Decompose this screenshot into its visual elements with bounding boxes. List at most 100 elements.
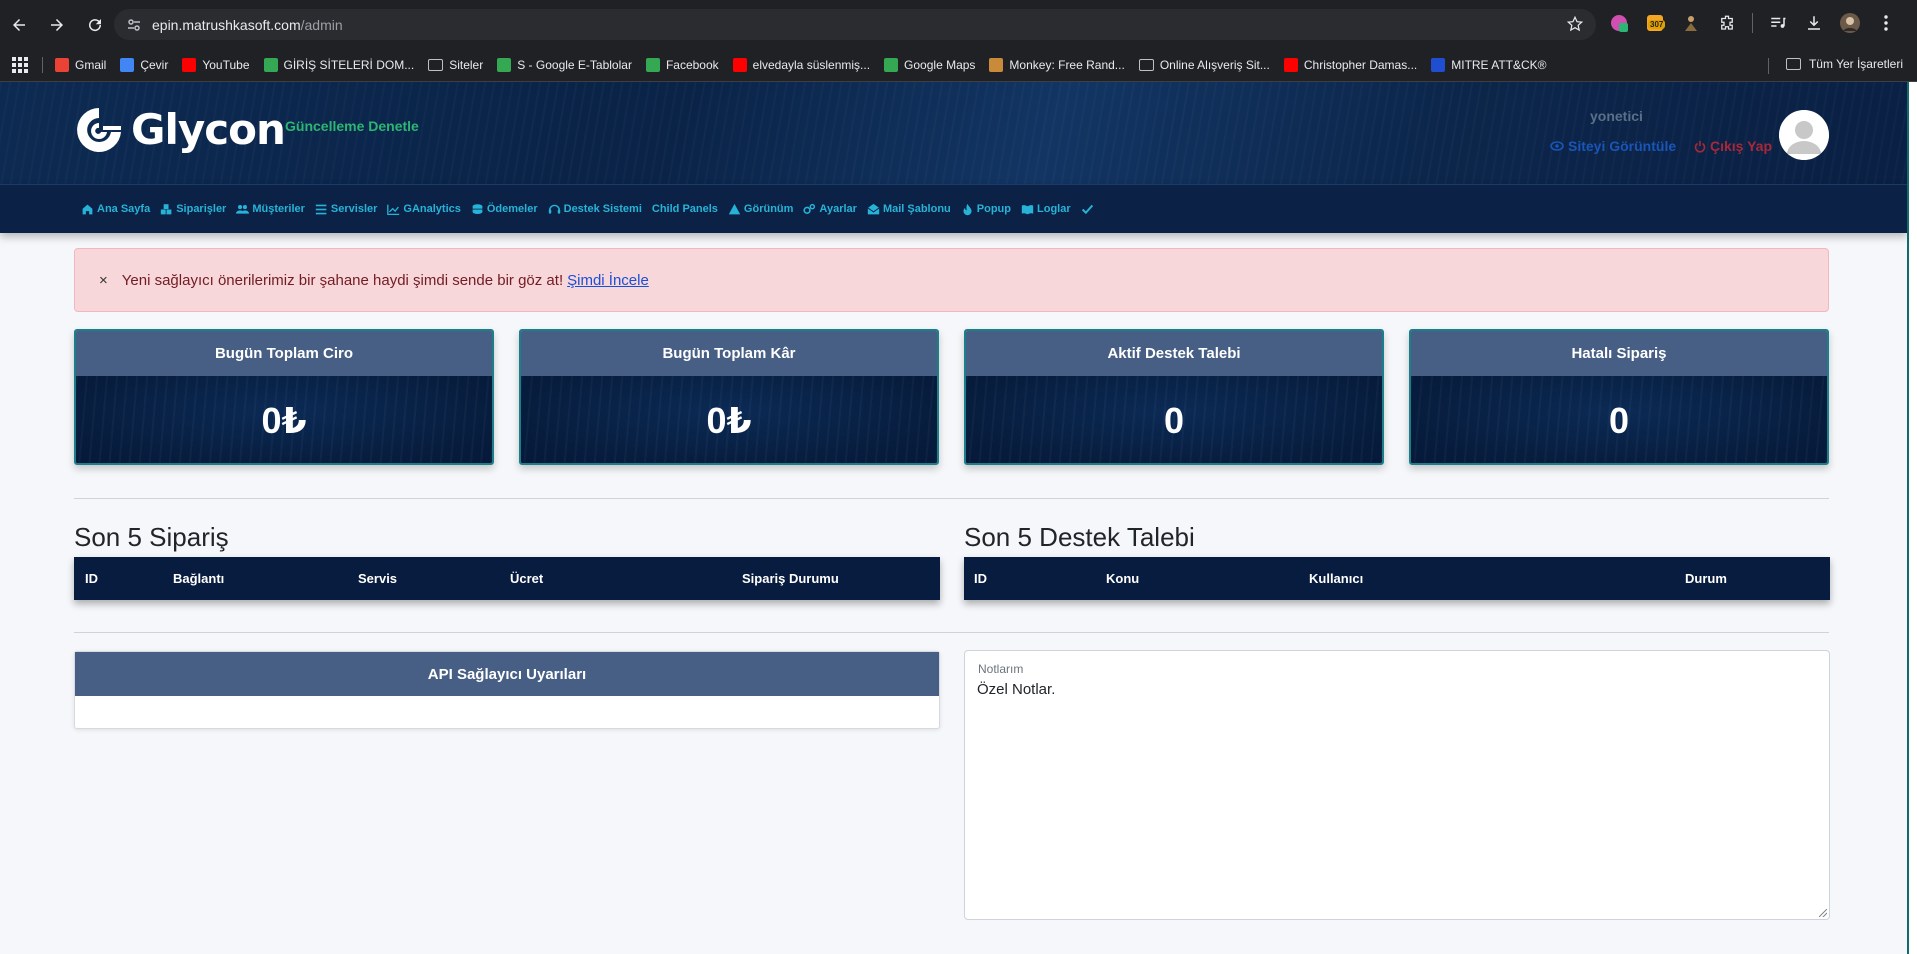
forward-button[interactable] <box>40 8 74 42</box>
bookmark-item[interactable]: Monkey: Free Rand... <box>989 58 1125 72</box>
textarea-resize-handle[interactable] <box>1819 909 1827 917</box>
bookmark-item[interactable]: Online Alışveriş Sit... <box>1138 58 1270 72</box>
menu-item[interactable]: Görünüm <box>728 203 793 216</box>
stat-value: 0₺ <box>521 376 937 463</box>
bookmarks-right-separator <box>1768 58 1769 74</box>
tickets-table-header: ID Konu Kullanıcı Durum <box>964 557 1830 600</box>
bookmark-item[interactable]: MITRE ATT&CK® <box>1431 58 1547 72</box>
back-button[interactable] <box>2 8 36 42</box>
reload-button[interactable] <box>78 8 112 42</box>
bookmark-item[interactable]: Siteler <box>428 58 483 72</box>
figure-extension-icon[interactable] <box>1680 12 1702 34</box>
menu-item[interactable]: Popup <box>961 203 1011 216</box>
glycon-logo-icon <box>77 108 121 152</box>
tickets-col-id[interactable]: ID <box>974 571 987 586</box>
bookmark-star-icon[interactable] <box>1566 15 1584 33</box>
menu-item[interactable]: Mail Şablonu <box>867 203 951 216</box>
bookmark-item[interactable]: Facebook <box>645 58 719 72</box>
stat-title: Bugün Toplam Kâr <box>521 331 937 376</box>
stat-title: Bugün Toplam Ciro <box>76 331 492 376</box>
bookmark-label: GİRİŞ SİTELERİ DOM... <box>283 58 415 72</box>
favicon-icon <box>989 58 1004 72</box>
arrow-left-icon <box>13 18 25 31</box>
menu-item[interactable]: Ana Sayfa <box>81 203 150 216</box>
alert-close-button[interactable]: × <box>99 272 108 289</box>
download-icon[interactable] <box>1803 12 1825 34</box>
bookmark-label: Facebook <box>665 58 719 72</box>
orders-col-service[interactable]: Servis <box>358 571 397 586</box>
gears-icon <box>803 203 816 214</box>
favicon-icon <box>645 58 660 72</box>
bookmark-item[interactable]: Christopher Damas... <box>1283 58 1417 72</box>
menu-item[interactable]: Müşteriler <box>236 203 305 216</box>
tickets-col-status[interactable]: Durum <box>1685 571 1727 586</box>
menu-check-icon[interactable] <box>1081 203 1094 216</box>
stat-card-revenue: Bugün Toplam Ciro 0₺ <box>74 329 494 465</box>
menu-item[interactable]: Servisler <box>315 203 377 216</box>
menu-item-label: Servisler <box>330 203 378 215</box>
menu-item[interactable]: Ayarlar <box>803 203 857 216</box>
menu-item[interactable]: Loglar <box>1021 203 1071 216</box>
bookmark-item[interactable]: S - Google E-Tablolar <box>497 58 632 72</box>
bookmark-label: S - Google E-Tablolar <box>517 58 632 72</box>
glycon-logo[interactable]: Glycon <box>73 104 286 154</box>
apps-grid-icon[interactable] <box>12 57 28 73</box>
menu-item[interactable]: GAnalytics <box>387 203 461 216</box>
toolbar-separator <box>1752 13 1753 33</box>
alert-review-link[interactable]: Şimdi İncele <box>567 272 649 289</box>
all-bookmarks-folder[interactable]: Tüm Yer İşaretleri <box>1785 57 1903 71</box>
menu-item[interactable]: Ödemeler <box>471 203 538 216</box>
menu-item-label: Siparişler <box>176 203 227 215</box>
folder-icon <box>1138 59 1154 71</box>
logout-label: Çıkış Yap <box>1710 138 1773 154</box>
site-settings-icon[interactable] <box>126 17 142 33</box>
user-avatar[interactable] <box>1779 110 1829 160</box>
all-bookmarks-label: Tüm Yer İşaretleri <box>1808 57 1903 71</box>
bookmark-item[interactable]: GİRİŞ SİTELERİ DOM... <box>263 58 415 72</box>
bookmark-item[interactable]: Gmail <box>55 58 106 72</box>
badge-extension-icon[interactable]: 307 <box>1644 12 1666 34</box>
favicon-icon <box>55 58 69 72</box>
profile-avatar-icon[interactable] <box>1839 12 1861 34</box>
menu-dots-icon[interactable] <box>1875 12 1897 34</box>
folder-icon <box>1785 58 1801 70</box>
orders-col-price[interactable]: Ücret <box>510 571 543 586</box>
view-site-link[interactable]: Siteyi Görüntüle <box>1550 138 1676 154</box>
puzzle-extensions-icon[interactable] <box>1716 12 1738 34</box>
bookmark-item[interactable]: Google Maps <box>884 58 975 72</box>
menu-item-label: GAnalytics <box>403 203 461 215</box>
orders-col-status[interactable]: Sipariş Durumu <box>742 571 839 586</box>
check-update-link[interactable]: Güncelleme Denetle <box>285 118 419 134</box>
favicon-icon <box>884 58 899 72</box>
page-right-edge-line <box>1907 82 1909 954</box>
orders-table-header: ID Bağlantı Servis Ücret Sipariş Durumu <box>74 557 940 600</box>
tickets-col-subject[interactable]: Konu <box>1106 571 1139 586</box>
book-icon <box>1021 204 1034 214</box>
logout-link[interactable]: Çıkış Yap <box>1694 138 1772 154</box>
menu-item-label: Child Panels <box>651 203 718 215</box>
section-divider <box>74 632 1829 633</box>
user-name: yonetici <box>1590 108 1643 124</box>
orders-col-link[interactable]: Bağlantı <box>173 571 224 586</box>
orders-col-id[interactable]: ID <box>85 571 98 586</box>
favicon-icon <box>263 58 278 72</box>
notes-content: Özel Notlar. <box>977 681 1056 698</box>
menu-item[interactable]: Child Panels <box>652 203 718 215</box>
bookmark-label: Gmail <box>75 58 107 72</box>
app-header: Glycon Güncelleme Denetle yonetici Sitey… <box>0 82 1907 184</box>
media-queue-icon[interactable] <box>1767 12 1789 34</box>
menu-item[interactable]: Siparişler <box>160 203 226 216</box>
menu-item[interactable]: Destek Sistemi <box>548 203 642 216</box>
notes-textarea[interactable]: Notlarım Özel Notlar. <box>964 650 1830 920</box>
api-panel-title: API Sağlayıcı Uyarıları <box>75 652 939 696</box>
address-bar[interactable]: epin.matrushkasoft.com/admin <box>114 9 1596 40</box>
notes-label: Notlarım <box>978 662 1024 676</box>
bookmark-item[interactable]: YouTube <box>182 58 250 72</box>
bookmark-item[interactable]: Çevir <box>120 58 168 72</box>
bookmark-item[interactable]: elvedayla süslenmiş... <box>732 58 870 72</box>
colorful-extension-icon[interactable] <box>1608 12 1630 34</box>
browser-toolbar: epin.matrushkasoft.com/admin 307 <box>0 0 1917 49</box>
extension-badge-count: 307 <box>1648 20 1666 29</box>
api-provider-warnings-panel: API Sağlayıcı Uyarıları <box>74 651 940 729</box>
tickets-col-user[interactable]: Kullanıcı <box>1309 571 1363 586</box>
